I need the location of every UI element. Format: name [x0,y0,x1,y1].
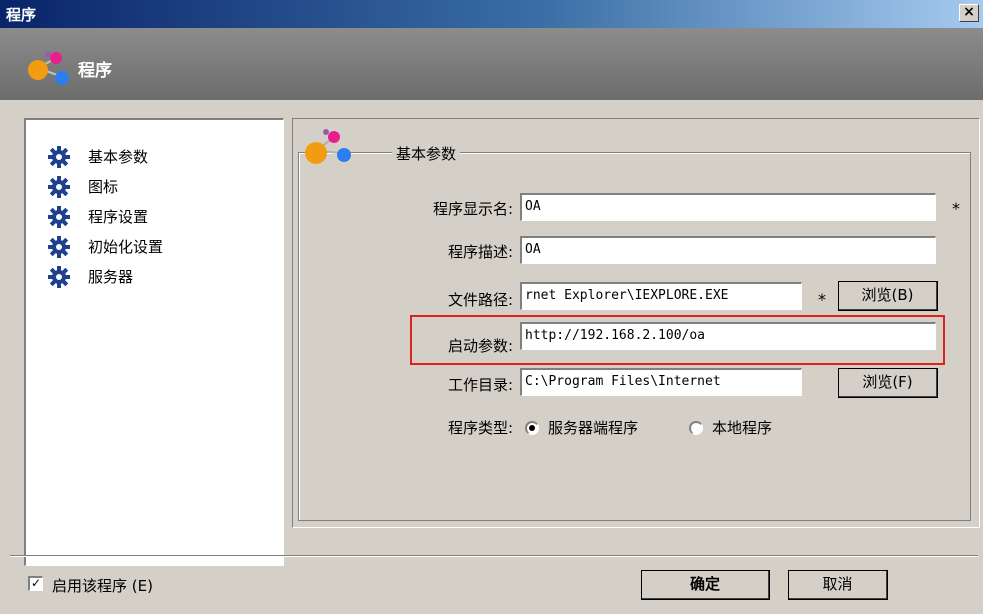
cancel-button[interactable]: 取消 [788,570,888,600]
sidebar-tree: 基本参数 图标 程序设置 初始化设置 服务器 [24,118,284,566]
sidebar-item-label: 基本参数 [88,148,149,166]
browse-dir-button[interactable]: 浏览(F) [838,368,938,398]
gear-icon [48,266,70,288]
header-title: 程序 [78,61,112,81]
group-title: 基本参数 [392,143,461,164]
close-button[interactable]: × [959,4,979,22]
display-name-field[interactable]: OA [520,193,936,221]
program-type-label: 程序类型: [447,419,513,437]
enable-program-label[interactable]: 启用该程序 (E) [52,575,153,596]
local-program-radio[interactable] [689,421,703,435]
working-dir-label: 工作目录: [447,376,513,394]
local-program-label[interactable]: 本地程序 [712,417,772,438]
window-titlebar: 程序 × [0,0,983,28]
radio-selected-dot [529,425,535,431]
required-marker: * [818,290,826,309]
description-field[interactable]: OA [520,236,936,264]
window-title: 程序 [6,6,37,24]
launch-params-label: 启动参数: [447,337,513,355]
gear-icon [48,236,70,258]
gear-icon [48,146,70,168]
gear-icon [48,206,70,228]
required-marker: * [952,199,960,218]
file-path-label: 文件路径: [447,291,513,309]
molecule-icon [305,129,351,164]
sidebar-item-label: 服务器 [88,268,134,286]
ok-button[interactable]: 确定 [641,570,770,600]
checkmark-icon: ✓ [30,576,42,590]
sidebar-item-label: 图标 [88,178,119,196]
server-program-label[interactable]: 服务器端程序 [548,417,638,438]
molecule-icon [28,51,69,85]
enable-program-checkbox[interactable]: ✓ [28,576,43,591]
footer-separator [10,555,978,557]
close-icon: × [963,4,975,20]
sidebar-item-label: 程序设置 [88,208,149,226]
launch-params-field[interactable]: http://192.168.2.100/oa [520,322,936,350]
description-label: 程序描述: [447,243,513,261]
server-program-radio[interactable] [525,421,539,435]
browse-file-button[interactable]: 浏览(B) [838,281,938,311]
gear-icon [48,176,70,198]
sidebar-item-label: 初始化设置 [88,238,164,256]
display-name-label: 程序显示名: [432,200,513,218]
header-banner: 程序 [0,28,983,100]
file-path-field[interactable]: rnet Explorer\IEXPLORE.EXE [520,282,802,310]
working-dir-field[interactable]: C:\Program Files\Internet [520,368,802,396]
